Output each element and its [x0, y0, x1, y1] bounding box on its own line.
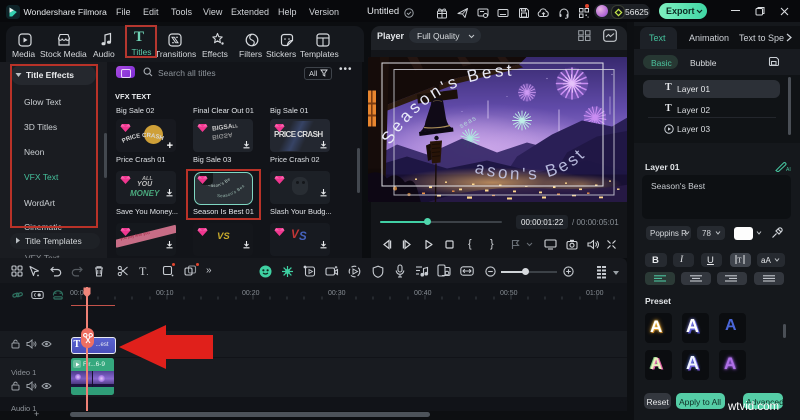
svg-text:T: T [737, 257, 742, 265]
svg-text:AI: AI [786, 167, 791, 172]
svg-text:PRICE CRASH: PRICE CRASH [121, 133, 164, 145]
